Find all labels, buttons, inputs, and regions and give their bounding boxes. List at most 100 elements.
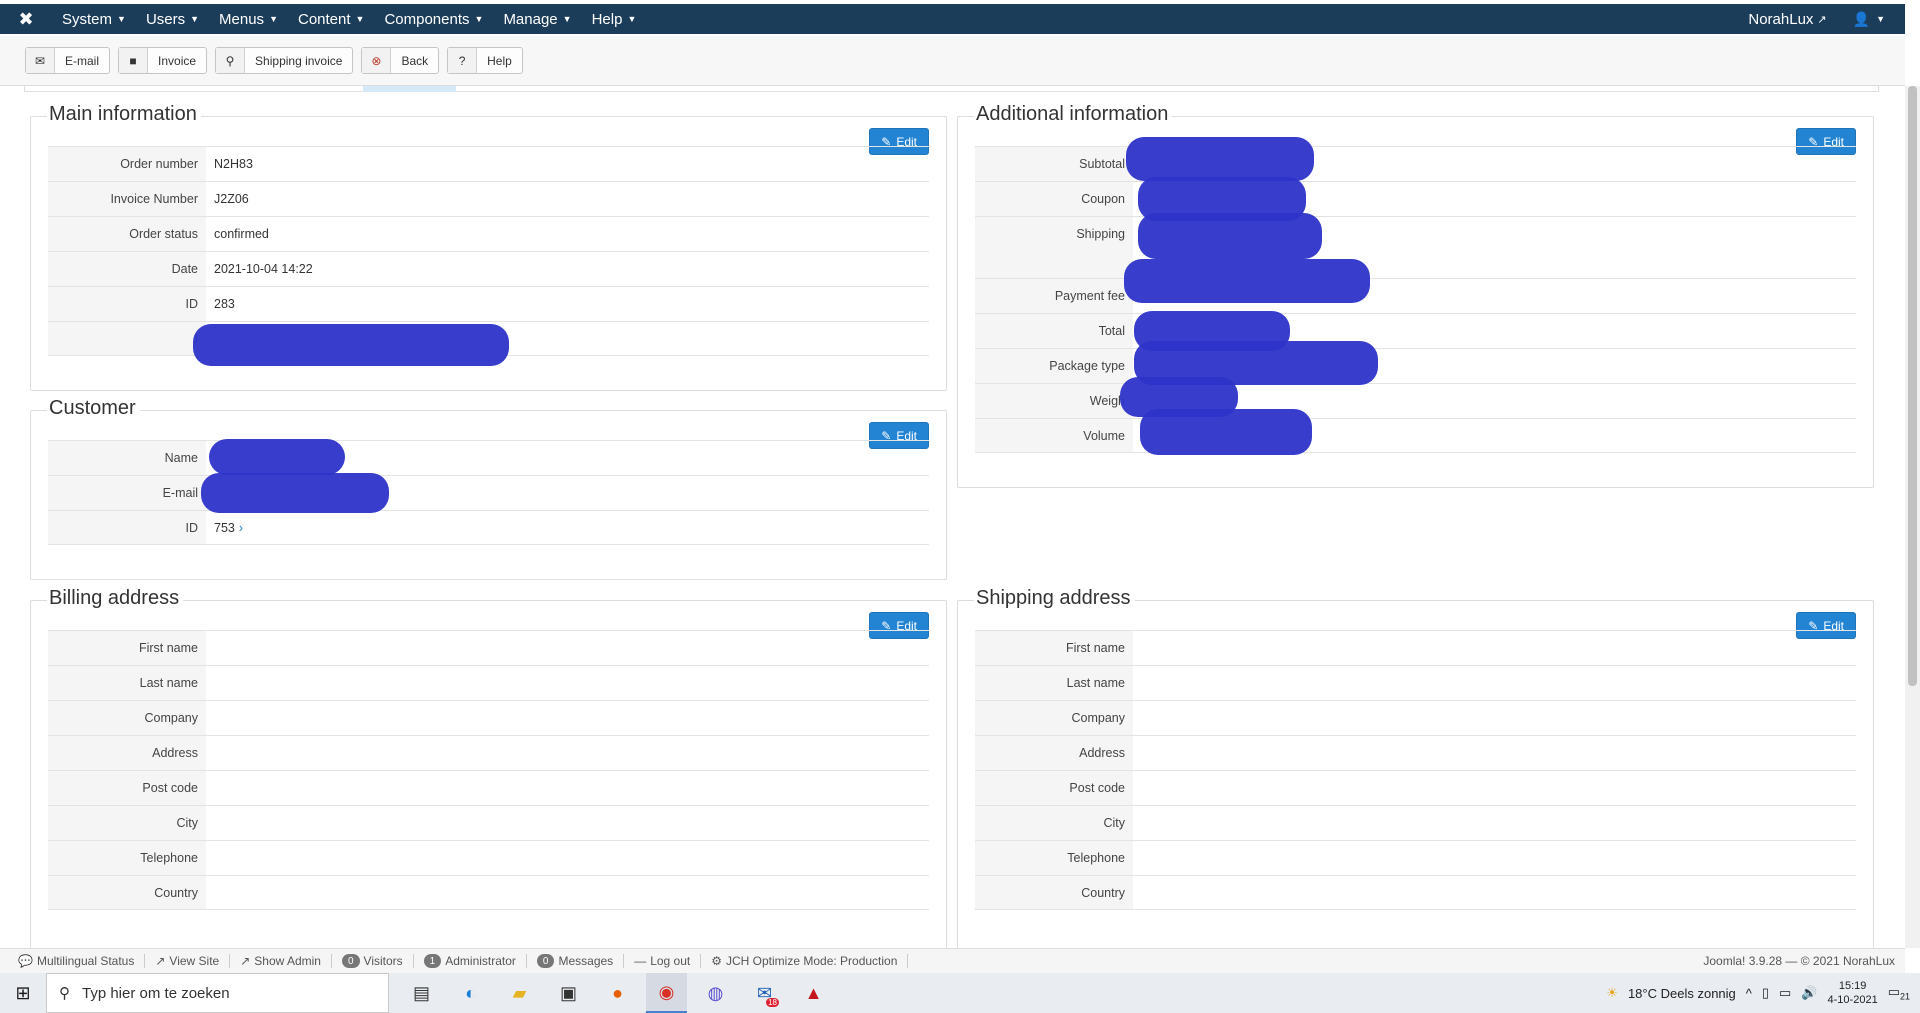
row-label: First name — [48, 631, 206, 665]
table-row: Weigh — [975, 383, 1856, 418]
edge-icon[interactable]: ◐ — [450, 973, 491, 1013]
row-value — [206, 841, 929, 875]
caret-down-icon: ▼ — [627, 14, 637, 24]
book-icon: ■ — [119, 48, 149, 73]
row-label: Country — [975, 876, 1133, 909]
row-label: ID — [48, 511, 206, 544]
site-link[interactable]: NorahLux ↗ — [1748, 11, 1826, 28]
menu-label: Content — [297, 10, 351, 28]
visitors-link[interactable]: 0 Visitors — [332, 954, 414, 968]
row-value — [206, 666, 929, 700]
firefox-icon[interactable]: ● — [597, 973, 638, 1013]
mail-icon[interactable]: ✉ 18 — [744, 973, 785, 1013]
menu-help[interactable]: Help ▼ — [582, 4, 647, 34]
row-value — [1133, 666, 1856, 700]
panel-title: Additional information — [974, 103, 1173, 126]
table-row: Order status confirmed — [48, 216, 929, 251]
clock[interactable]: 15:19 4-10-2021 — [1828, 979, 1878, 1007]
external-link-icon: ↗ — [240, 954, 251, 968]
table-row: ID 283 — [48, 286, 929, 321]
question-circle-icon: ? — [448, 48, 478, 73]
view-site-link[interactable]: ↗ View Site — [145, 954, 231, 968]
active-tab-indicator[interactable] — [363, 86, 456, 92]
menu-content[interactable]: Content ▼ — [288, 4, 374, 34]
chevron-up-icon[interactable]: ^ — [1746, 986, 1752, 1001]
jch-optimize-link[interactable]: ⚙ JCH Optimize Mode: Production — [701, 954, 909, 968]
volume-icon[interactable]: 🔊 — [1801, 985, 1817, 1001]
user-menu[interactable]: 👤 ▼ — [1853, 11, 1885, 28]
logout-link[interactable]: — Log out — [624, 954, 702, 968]
weather-icon: ☀ — [1606, 985, 1618, 1000]
email-button[interactable]: ✉ E-mail — [25, 47, 111, 74]
file-explorer-icon[interactable]: ▰ — [499, 973, 540, 1013]
row-label: Order status — [48, 217, 206, 251]
date-text: 4-10-2021 — [1827, 994, 1878, 1006]
count-badge: 0 — [536, 954, 555, 968]
menu-menus[interactable]: Menus ▼ — [209, 4, 288, 34]
app-icon[interactable]: ◍ — [695, 973, 736, 1013]
customer-id-link[interactable]: 753 › — [206, 511, 929, 544]
system-tray: ☀ 18°C Deels zonnig ^ ▯ ▭ 🔊 15:19 4-10-20… — [1606, 979, 1920, 1007]
notification-count: 21 — [1899, 991, 1910, 1002]
count-badge: 0 — [341, 954, 360, 968]
row-label: Payment fee — [975, 279, 1133, 313]
navbar-right: NorahLux ↗ 👤 ▼ — [1748, 4, 1905, 34]
menu-system[interactable]: System ▼ — [52, 4, 136, 34]
status-label: Show Admin — [254, 954, 321, 968]
invoice-button[interactable]: ■ Invoice — [118, 47, 208, 74]
comment-icon: 💬 — [18, 954, 33, 968]
weather-text[interactable]: 18°C Deels zonnig — [1628, 986, 1736, 1001]
shipping-invoice-button[interactable]: ⚲ Shipping invoice — [215, 47, 354, 74]
table-row: Country — [975, 875, 1856, 910]
scrollbar-thumb[interactable] — [1908, 86, 1917, 686]
page-scrollbar[interactable] — [1905, 86, 1920, 948]
acrobat-icon[interactable]: ▲ — [793, 973, 834, 1013]
menu-components[interactable]: Components ▼ — [374, 4, 493, 34]
main-information-panel: Main information ✎ Edit Order number N2H83… — [30, 103, 947, 391]
windows-start-icon[interactable]: ⊞ — [0, 983, 46, 1004]
search-icon: ⚲ — [59, 985, 70, 1002]
status-label: Messages — [558, 954, 614, 968]
redaction-scribble — [201, 473, 389, 513]
row-label: Shipping — [975, 217, 1133, 278]
location-pin-icon: ⚲ — [216, 48, 246, 73]
row-label: Package type — [975, 349, 1133, 383]
task-view-icon[interactable]: ▤ — [401, 973, 442, 1013]
notification-icon[interactable]: ▭21 — [1888, 984, 1910, 1002]
button-label: E-mail — [65, 53, 100, 68]
messages-link[interactable]: 0 Messages — [527, 954, 625, 968]
joomla-logo-icon[interactable]: ✖ — [0, 4, 52, 34]
row-value — [206, 736, 929, 770]
caret-down-icon: ▼ — [190, 14, 200, 24]
back-button[interactable]: ⊗ Back — [361, 47, 440, 74]
row-label: Address — [975, 736, 1133, 770]
store-icon[interactable]: ▣ — [548, 973, 589, 1013]
row-value: confirmed — [214, 227, 269, 241]
shipping-address-panel: Shipping address ✎ Edit First name Last n… — [957, 587, 1874, 948]
count-badge: 1 — [423, 954, 442, 968]
show-admin-link[interactable]: ↗ Show Admin — [230, 954, 332, 968]
external-link-icon: ↗ — [155, 954, 166, 968]
envelope-icon: ✉ — [26, 48, 55, 73]
panel-title: Main information — [47, 103, 201, 126]
network-icon[interactable]: ▭ — [1779, 985, 1791, 1001]
row-label: Country — [48, 876, 206, 909]
table-row: Date 2021-10-04 14:22 — [48, 251, 929, 286]
table-row: Invoice Number J2Z06 — [48, 181, 929, 216]
search-placeholder: Typ hier om te zoeken — [82, 984, 230, 1002]
administrator-link[interactable]: 1 Administrator — [414, 954, 527, 968]
table-row: Volume — [975, 418, 1856, 453]
row-value — [206, 876, 929, 909]
menu-manage[interactable]: Manage ▼ — [493, 4, 581, 34]
row-label: Company — [975, 701, 1133, 735]
menu-users[interactable]: Users ▼ — [136, 4, 209, 34]
chrome-icon[interactable]: ◉ — [646, 973, 687, 1013]
taskbar-search[interactable]: ⚲ Typ hier om te zoeken — [46, 973, 389, 1013]
table-row: Name — [48, 440, 929, 475]
help-button[interactable]: ? Help — [447, 47, 523, 74]
table-row: Payment fee — [975, 278, 1856, 313]
button-label: Help — [487, 53, 512, 68]
row-value — [206, 631, 929, 665]
meeting-icon[interactable]: ▯ — [1762, 985, 1769, 1001]
multilingual-status-link[interactable]: 💬 Multilingual Status — [8, 954, 146, 968]
